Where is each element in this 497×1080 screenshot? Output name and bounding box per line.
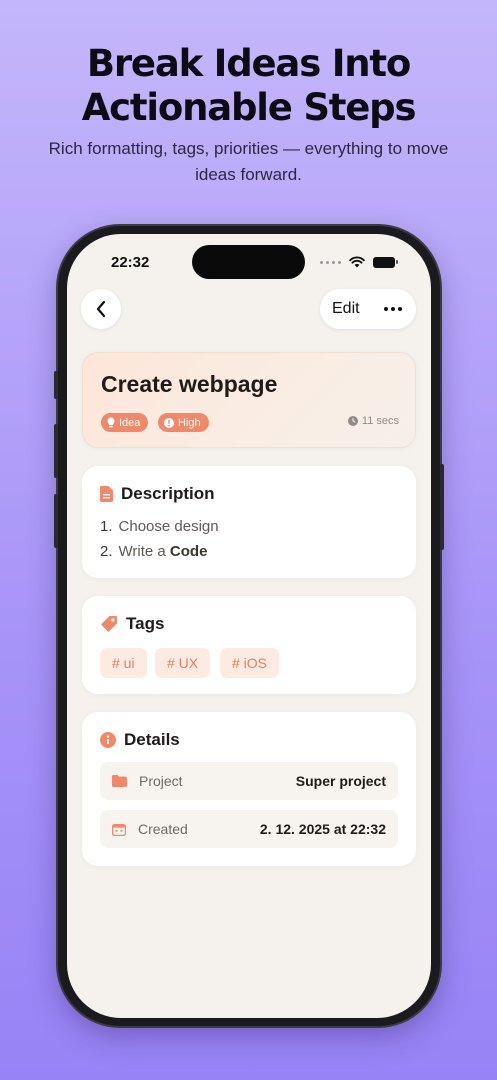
details-heading-label: Details xyxy=(124,730,180,749)
wifi-icon xyxy=(349,256,365,268)
folder-icon xyxy=(112,775,127,787)
status-indicators xyxy=(320,256,398,268)
item-number: 2. xyxy=(100,543,113,560)
item-text: Write a xyxy=(118,543,170,560)
item-bold-text: Code xyxy=(169,543,208,560)
clock-icon xyxy=(347,416,358,426)
more-button[interactable] xyxy=(384,307,402,311)
item-text: Choose design xyxy=(118,518,219,535)
phone-frame: 22:32 Edit Create webpage Idea High 11 s… xyxy=(54,226,444,1026)
priority-chip-label: High xyxy=(178,416,201,429)
promo-subline: Rich formatting, tags, priorities — ever… xyxy=(48,139,449,184)
tags-heading-label: Tags xyxy=(126,614,165,633)
headline-line-1: Break Ideas Into xyxy=(86,42,411,85)
volume-down-button xyxy=(54,494,58,548)
priority-chip[interactable]: High xyxy=(158,413,209,432)
dynamic-island xyxy=(192,245,305,279)
description-item: 2. Write a Code xyxy=(100,543,207,560)
nav-actions: Edit xyxy=(320,289,416,329)
tag-chip[interactable]: # iOS xyxy=(220,648,280,678)
project-value: Super project xyxy=(295,773,386,789)
tag-chip[interactable]: # ui xyxy=(100,648,147,678)
details-heading: Details xyxy=(100,730,180,750)
ellipsis-icon xyxy=(384,307,388,311)
signal-icon xyxy=(320,260,341,264)
tags-card: Tags # ui # UX # iOS xyxy=(82,596,416,694)
back-button[interactable] xyxy=(81,289,121,329)
action-button xyxy=(54,371,58,399)
type-chip[interactable]: Idea xyxy=(101,413,149,432)
elapsed-label: 11 secs xyxy=(361,415,399,427)
created-value: 2. 12. 2025 at 22:32 xyxy=(259,821,386,837)
info-icon xyxy=(100,732,116,748)
tag-icon xyxy=(101,616,117,632)
power-button xyxy=(440,464,444,550)
chevron-left-icon xyxy=(96,300,106,318)
tags-heading: Tags xyxy=(100,614,164,634)
project-row[interactable]: Project Super project xyxy=(100,762,398,800)
item-number: 1. xyxy=(100,518,113,535)
created-label: Created xyxy=(138,821,188,837)
headline-line-2: Actionable Steps xyxy=(81,86,417,129)
edit-button[interactable]: Edit xyxy=(332,300,360,318)
volume-up-button xyxy=(54,424,58,478)
alert-icon xyxy=(164,417,174,428)
description-item: 1. Choose design xyxy=(100,518,219,535)
elapsed-time: 11 secs xyxy=(347,415,399,427)
created-row: Created 2. 12. 2025 at 22:32 xyxy=(100,810,398,848)
document-icon xyxy=(100,486,113,502)
tag-chip[interactable]: # UX xyxy=(155,648,211,678)
status-time: 22:32 xyxy=(111,254,150,271)
details-card: Details Project Super project Created 2.… xyxy=(82,712,416,866)
lightbulb-icon xyxy=(107,417,115,428)
description-heading-label: Description xyxy=(121,484,215,503)
app-screen: 22:32 Edit Create webpage Idea High 11 s… xyxy=(67,234,431,1018)
description-heading: Description xyxy=(100,484,215,504)
calendar-icon xyxy=(112,823,126,836)
task-title: Create webpage xyxy=(101,371,278,397)
description-card: Description 1. Choose design 2. Write a Co… xyxy=(82,466,416,578)
battery-icon xyxy=(373,256,398,268)
project-label: Project xyxy=(139,773,183,789)
task-header-card: Create webpage Idea High 11 secs xyxy=(82,352,416,448)
promo-headline: Break Ideas Into Actionable Steps xyxy=(0,42,497,130)
type-chip-label: Idea xyxy=(119,416,141,429)
